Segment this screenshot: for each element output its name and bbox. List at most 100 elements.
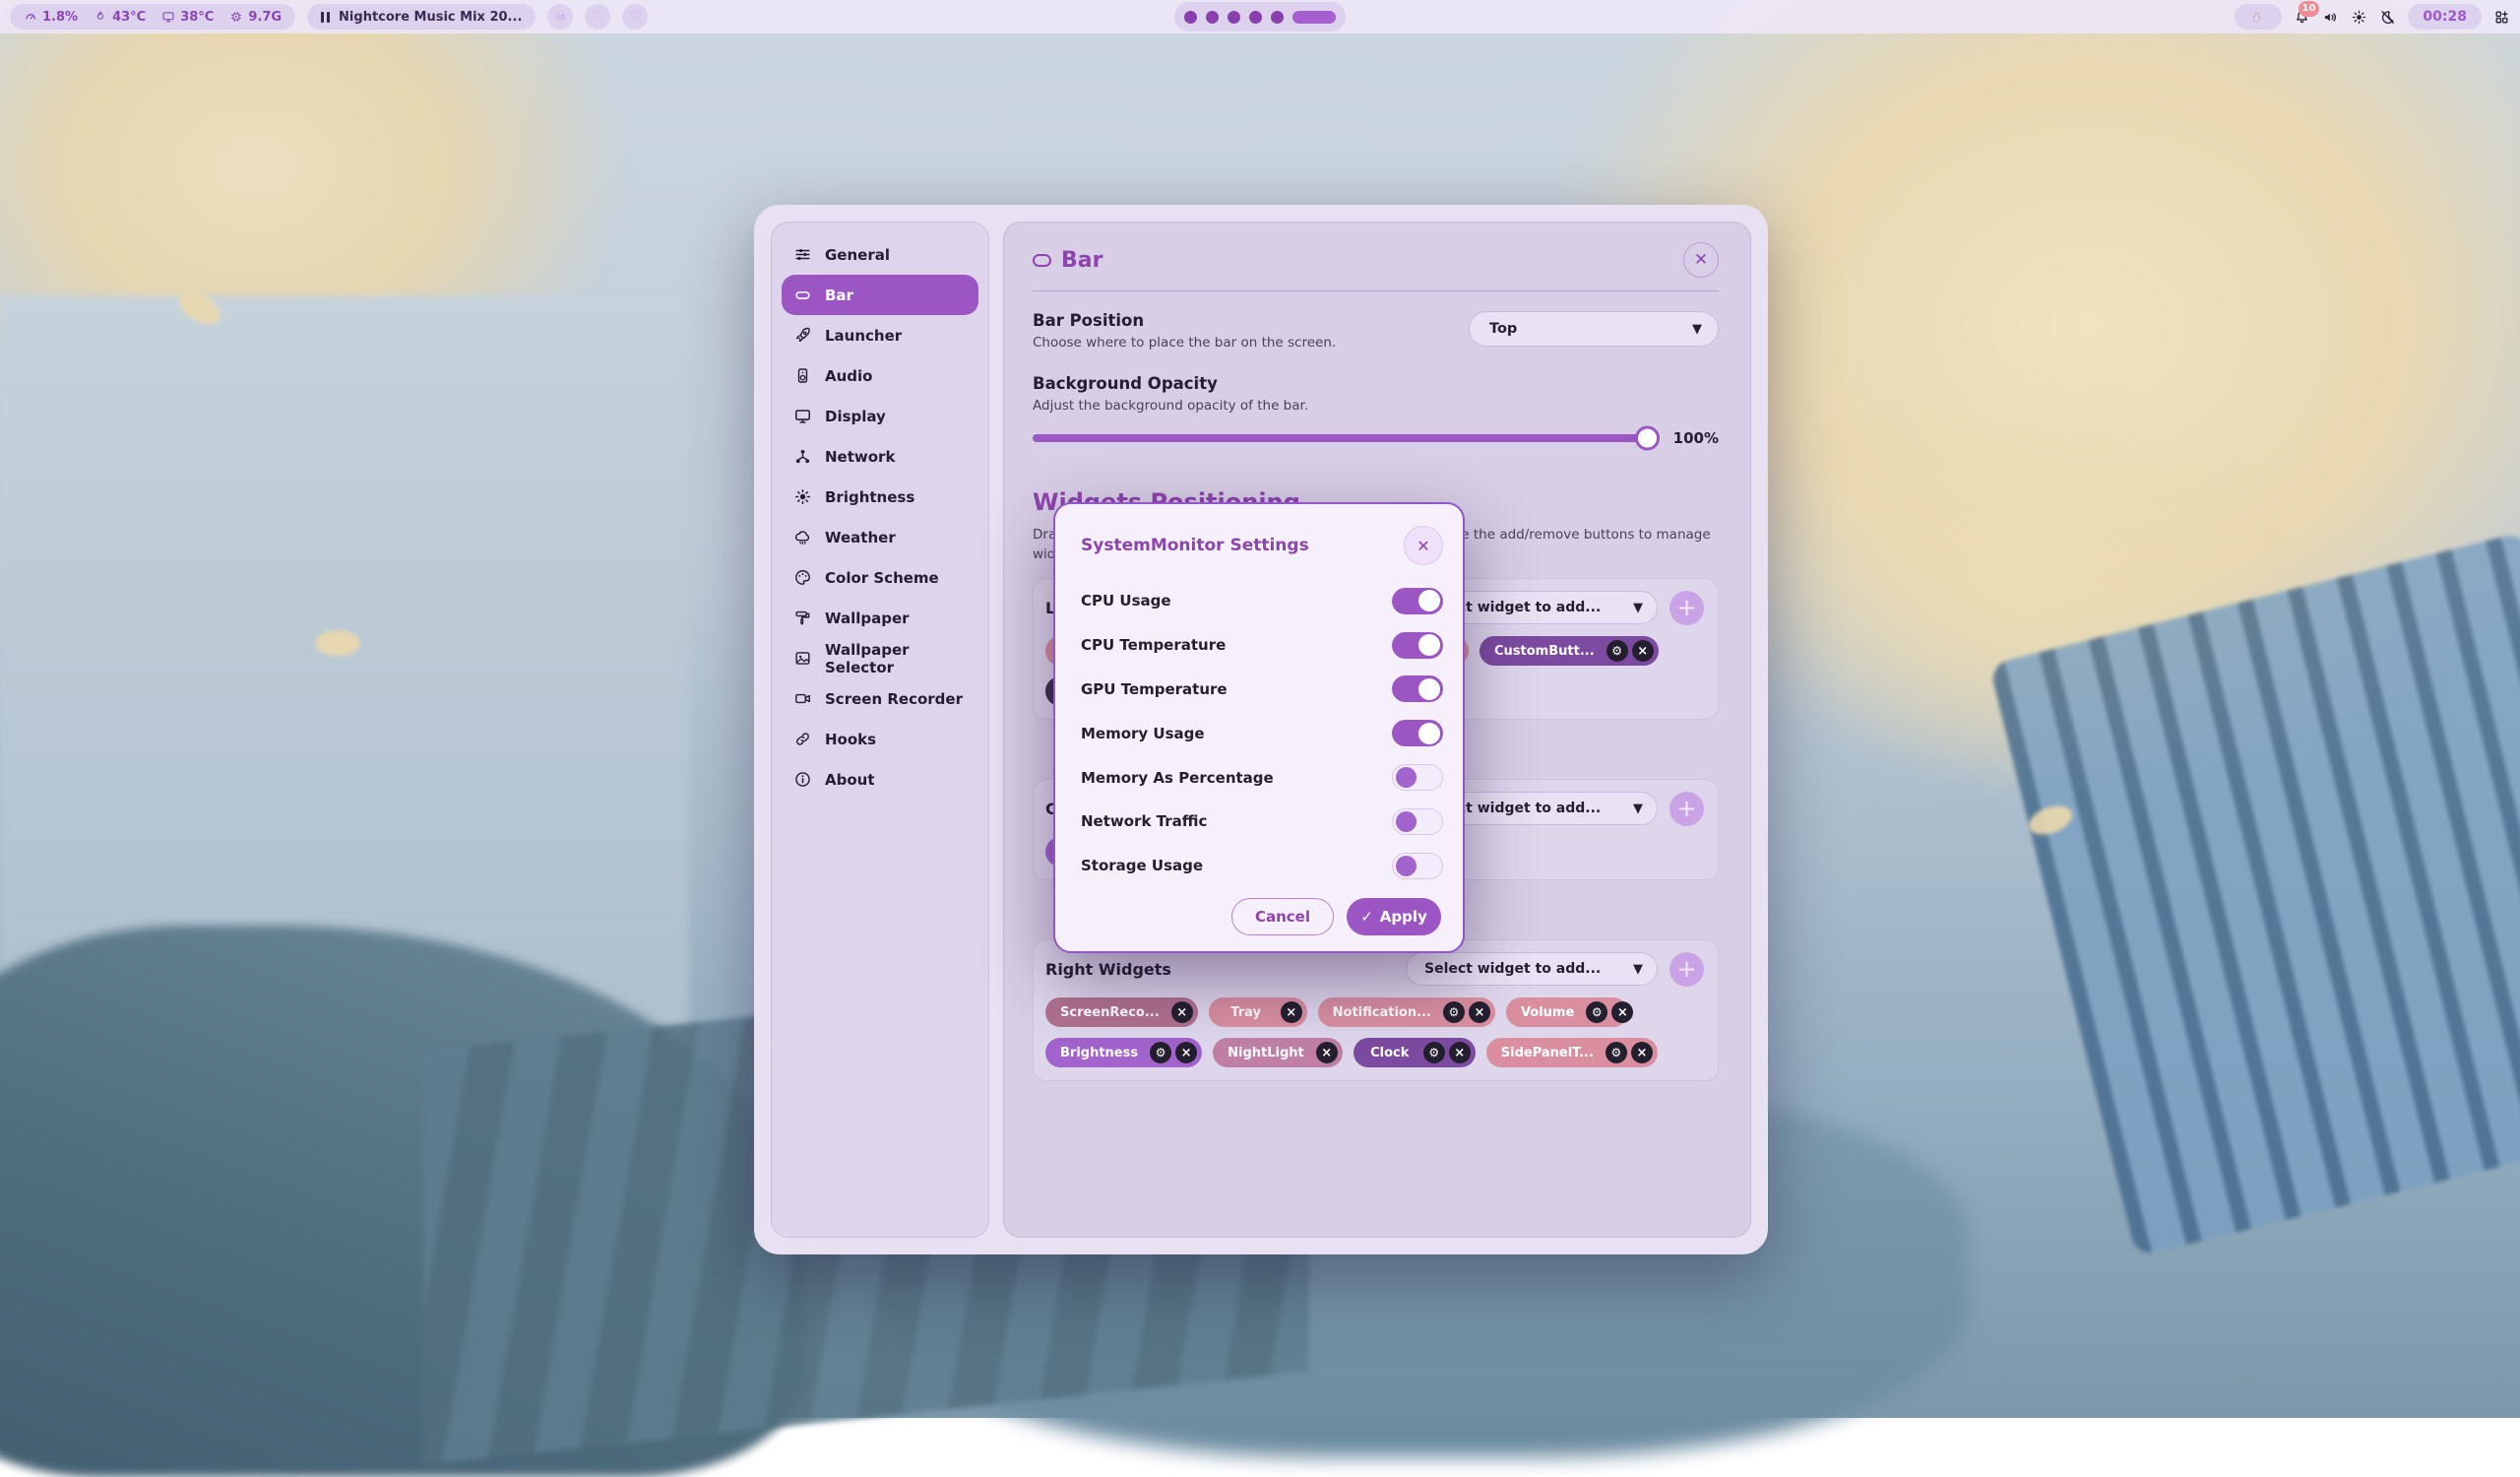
- sidebar-item-network[interactable]: Network: [782, 436, 978, 477]
- toggle-cpu-usage[interactable]: [1392, 588, 1443, 614]
- sidebar-item-color-scheme[interactable]: Color Scheme: [782, 557, 978, 598]
- remove-icon[interactable]: ×: [1631, 1042, 1653, 1063]
- sidebar-item-screen-recorder[interactable]: Screen Recorder: [782, 678, 978, 719]
- toggle-knob: [1396, 767, 1417, 788]
- toggle-gpu-temperature[interactable]: [1392, 675, 1443, 702]
- image-icon: [793, 649, 812, 668]
- modal-title: SystemMonitor Settings: [1081, 536, 1309, 555]
- sidebar-item-audio[interactable]: Audio: [782, 355, 978, 396]
- add-widget-button[interactable]: +: [1670, 591, 1704, 625]
- workspaces-indicator[interactable]: [1174, 2, 1346, 32]
- sidebar-item-label: Weather: [825, 529, 896, 546]
- toggle-label: CPU Temperature: [1081, 636, 1226, 654]
- widget-section-label: Right Widgets: [1045, 960, 1171, 979]
- remove-icon[interactable]: ×: [1171, 1001, 1193, 1023]
- chip-row: ScreenReco...×Tray×Notification...⚙×Volu…: [1045, 997, 1704, 1027]
- sidebar-item-hooks[interactable]: Hooks: [782, 719, 978, 759]
- workspace-dot[interactable]: [1271, 11, 1284, 24]
- notifications-button[interactable]: 10: [2294, 9, 2310, 26]
- toggle-storage-usage[interactable]: [1392, 853, 1443, 879]
- sidebar-item-general[interactable]: General: [782, 234, 978, 275]
- gear-icon[interactable]: ⚙: [1150, 1042, 1171, 1063]
- remove-icon[interactable]: ×: [1469, 1001, 1490, 1023]
- system-stats-pill: 1.8%43°C38°C9.7G: [10, 4, 295, 30]
- widget-chip[interactable]: ScreenReco... ×: [1045, 997, 1198, 1027]
- workspace-dot[interactable]: [1228, 11, 1240, 24]
- toggle-label: Network Traffic: [1081, 812, 1207, 830]
- page-title: Bar: [1033, 248, 1102, 273]
- sidebar-item-bar[interactable]: Bar: [782, 275, 978, 315]
- sidebar-item-about[interactable]: About: [782, 759, 978, 800]
- add-widget-dropdown[interactable]: Select widget to add...▼: [1406, 952, 1658, 986]
- remove-icon[interactable]: ×: [1316, 1042, 1338, 1063]
- widget-chip[interactable]: Clock⚙×: [1354, 1038, 1476, 1067]
- gesture-button[interactable]: [2235, 4, 2282, 30]
- sun-icon[interactable]: [2351, 9, 2367, 26]
- remove-icon[interactable]: ×: [1449, 1042, 1471, 1063]
- widget-chip[interactable]: Volume⚙×: [1506, 997, 1628, 1027]
- grid-plus-icon[interactable]: [2493, 9, 2510, 26]
- widget-chip[interactable]: SidePanelT...⚙×: [1486, 1038, 1658, 1067]
- toggle-memory-usage[interactable]: [1392, 720, 1443, 746]
- workspace-dot[interactable]: [1184, 11, 1197, 24]
- gear-icon[interactable]: ⚙: [1586, 1001, 1607, 1023]
- slider-thumb[interactable]: [1635, 426, 1660, 451]
- widget-chip[interactable]: Notification...⚙×: [1318, 997, 1495, 1027]
- clock-time: 00:28: [2423, 9, 2467, 25]
- cancel-button[interactable]: Cancel: [1231, 898, 1334, 935]
- sidebar-item-weather[interactable]: Weather: [782, 517, 978, 557]
- gear-icon[interactable]: ⚙: [1606, 1042, 1627, 1063]
- palette-icon: [793, 568, 812, 587]
- remove-icon[interactable]: ×: [1632, 640, 1654, 662]
- background-opacity-label: Background Opacity: [1033, 374, 1719, 393]
- close-icon[interactable]: ✕: [1683, 242, 1719, 278]
- sidebar-item-wallpaper[interactable]: Wallpaper: [782, 598, 978, 638]
- divider: [1033, 290, 1719, 291]
- toggle-label: CPU Usage: [1081, 592, 1171, 610]
- remove-icon[interactable]: ×: [1611, 1001, 1633, 1023]
- gauge-icon: [24, 10, 37, 24]
- remove-icon[interactable]: ×: [1281, 1001, 1302, 1023]
- gear-icon[interactable]: ⚙: [1606, 640, 1628, 662]
- bar-position-dropdown[interactable]: Top ▼: [1469, 311, 1719, 347]
- heart-icon-button[interactable]: ♡: [585, 4, 610, 30]
- link-icon: [793, 730, 812, 748]
- add-widget-placeholder: Select widget to add...: [1424, 961, 1601, 977]
- sidebar-item-launcher[interactable]: Launcher: [782, 315, 978, 355]
- rocket-icon: [793, 326, 812, 345]
- widget-chip[interactable]: NightLight×: [1213, 1038, 1343, 1067]
- widget-chip-label: Brightness: [1060, 1046, 1144, 1060]
- skull-icon-button[interactable]: ☠: [547, 4, 573, 30]
- check-icon: ✓: [1360, 908, 1373, 926]
- add-widget-button[interactable]: +: [1670, 952, 1704, 987]
- heart-icon-button[interactable]: ♡: [622, 4, 648, 30]
- nightlight-off-icon[interactable]: [2379, 9, 2396, 26]
- clock[interactable]: 00:28: [2408, 4, 2482, 30]
- toggle-network-traffic[interactable]: [1392, 808, 1443, 835]
- sidebar-item-brightness[interactable]: Brightness: [782, 477, 978, 517]
- gear-icon[interactable]: ⚙: [1443, 1001, 1465, 1023]
- gear-icon[interactable]: ⚙: [1423, 1042, 1445, 1063]
- hand-icon: [2250, 9, 2266, 25]
- remove-icon[interactable]: ×: [1175, 1042, 1197, 1063]
- close-icon[interactable]: ✕: [1404, 526, 1443, 565]
- opacity-slider[interactable]: [1033, 434, 1658, 442]
- sidebar-item-wallpaper-selector[interactable]: Wallpaper Selector: [782, 638, 978, 678]
- sidebar-item-label: Bar: [825, 287, 853, 304]
- workspace-active[interactable]: [1292, 11, 1336, 24]
- widget-chip[interactable]: Tray×: [1209, 997, 1307, 1027]
- widget-chip-label: ScreenReco...: [1060, 1005, 1166, 1020]
- add-widget-button[interactable]: +: [1670, 792, 1704, 826]
- sidebar-item-display[interactable]: Display: [782, 396, 978, 436]
- toggle-label: Memory Usage: [1081, 725, 1205, 742]
- opacity-value: 100%: [1673, 429, 1719, 447]
- apply-button[interactable]: ✓ Apply: [1347, 898, 1441, 935]
- workspace-dot[interactable]: [1206, 11, 1219, 24]
- widget-chip[interactable]: Brightness ⚙×: [1045, 1038, 1202, 1067]
- toggle-cpu-temperature[interactable]: [1392, 632, 1443, 659]
- toggle-memory-as-percentage[interactable]: [1392, 764, 1443, 791]
- workspace-dot[interactable]: [1249, 11, 1262, 24]
- widget-chip[interactable]: CustomButt...⚙×: [1480, 636, 1659, 666]
- speaker-icon[interactable]: [2322, 9, 2339, 26]
- media-pill[interactable]: Nightcore Music Mix 20...: [307, 4, 536, 30]
